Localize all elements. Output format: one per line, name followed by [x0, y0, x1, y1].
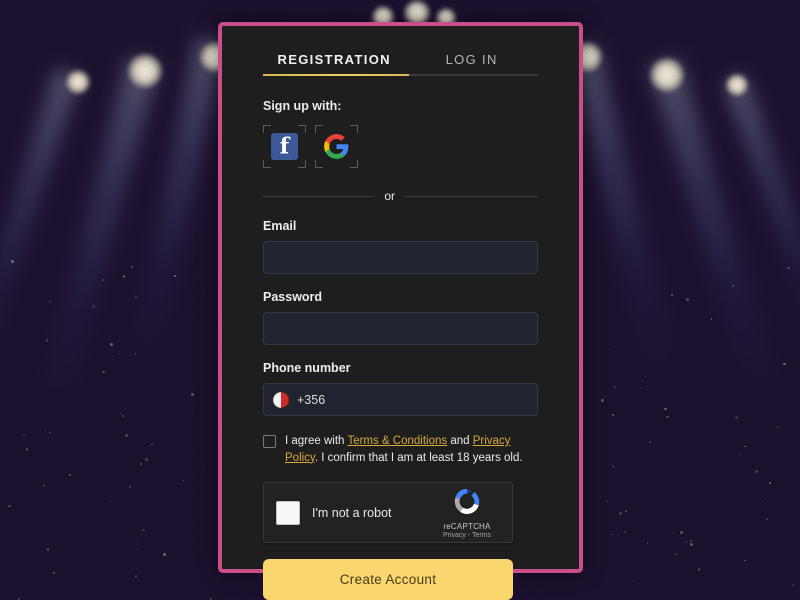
terms-text: I agree with Terms & Conditions and Priv…: [285, 433, 538, 466]
terms-conditions-link[interactable]: Terms & Conditions: [347, 435, 447, 447]
corner-bracket: [350, 160, 358, 168]
email-input[interactable]: [263, 241, 538, 274]
terms-checkbox[interactable]: [263, 435, 276, 448]
corner-bracket: [350, 125, 358, 133]
google-icon: [324, 134, 349, 159]
auth-tabs: REGISTRATION LOG IN: [263, 26, 538, 76]
google-login-button[interactable]: [315, 125, 358, 168]
or-divider: or: [263, 189, 538, 203]
facebook-icon: [271, 133, 298, 160]
corner-bracket: [298, 125, 306, 133]
recaptcha-brand-name: reCAPTCHA: [443, 522, 491, 532]
or-label: or: [384, 189, 395, 203]
facebook-login-button[interactable]: [263, 125, 306, 168]
create-account-button[interactable]: Create Account: [263, 559, 513, 600]
corner-bracket: [263, 160, 271, 168]
corner-bracket: [315, 160, 323, 168]
terms-prefix: I agree with: [285, 435, 348, 447]
password-input[interactable]: [263, 312, 538, 345]
terms-middle: and: [447, 435, 473, 447]
tab-registration[interactable]: REGISTRATION: [263, 52, 405, 76]
tab-login[interactable]: LOG IN: [405, 52, 538, 76]
corner-bracket: [315, 125, 323, 133]
phone-input-wrapper: +356: [263, 383, 538, 416]
email-field-group: Email: [263, 219, 538, 274]
phone-country-code: +356: [297, 392, 326, 407]
recaptcha-widget: I'm not a robot reCAPTCHA Privacy - Term…: [263, 482, 513, 544]
recaptcha-label: I'm not a robot: [312, 505, 392, 520]
signup-with-heading: Sign up with:: [263, 99, 342, 113]
divider-line-right: [404, 195, 538, 197]
phone-number-input[interactable]: [333, 384, 528, 415]
registration-card: REGISTRATION LOG IN Sign up with: f or E…: [218, 22, 583, 600]
terms-suffix: . I confirm that I am at least 18 years …: [314, 451, 523, 464]
tab-underline: [263, 74, 538, 76]
terms-agreement-row: I agree with Terms & Conditions and Priv…: [263, 433, 538, 466]
phone-label: Phone number: [263, 361, 351, 375]
social-login-row: [263, 125, 538, 168]
password-field-group: Password: [263, 290, 538, 345]
recaptcha-legal-text: Privacy - Terms: [442, 532, 492, 540]
password-label: Password: [263, 290, 323, 304]
phone-field-group: Phone number +356: [263, 361, 538, 416]
recaptcha-checkbox[interactable]: [276, 500, 300, 525]
corner-bracket: [263, 125, 271, 133]
malta-flag-icon[interactable]: [273, 391, 289, 408]
recaptcha-logo-icon: [454, 489, 480, 515]
recaptcha-branding: reCAPTCHA Privacy - Terms: [434, 486, 500, 539]
email-label: Email: [263, 219, 297, 233]
corner-bracket: [298, 160, 306, 168]
divider-line-left: [263, 195, 376, 197]
